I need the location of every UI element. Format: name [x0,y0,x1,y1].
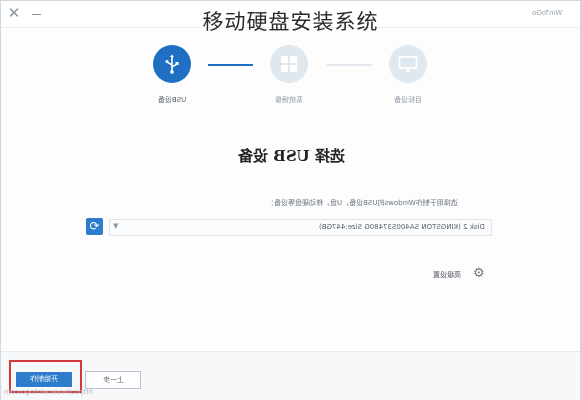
usb-icon [165,54,179,74]
gear-icon: ⚙ [473,266,485,281]
previous-button[interactable]: 上一步 [85,371,141,389]
step-label-target-device: 目标设备 [394,96,422,104]
refresh-icon: ⟳ [89,219,100,233]
refresh-button[interactable]: ⟳ [86,218,103,235]
wintogo-window: ✕ WinToGo USB设备 系统镜像 目标设备 选择 USB 设备 选择用于… [0,0,581,400]
watermark: https://www.wintogo.com [4,388,93,396]
instruction-text: 选择用于制作Windows的USB设备，U盘，移动硬盘等设备： [267,199,458,207]
overlay-title: 移动硬盘安装系统 [202,10,379,34]
windows-icon [281,56,297,72]
step-connector-active [208,64,253,66]
step-connector-inactive [327,64,372,66]
step-label-usb: USB设备 [157,96,187,104]
monitor-icon [398,56,418,72]
step-target-device [389,45,427,83]
page-heading: 选择 USB 设备 [237,147,346,165]
chevron-down-icon: ▼ [113,222,119,230]
advanced-settings-label: 高级设置 [433,271,461,279]
start-button-label: 开始制作 [30,375,58,383]
previous-button-label: 上一步 [102,376,124,384]
step-usb [153,45,191,83]
start-button[interactable]: 开始制作 [16,372,72,387]
disk-select[interactable]: ▼ Disk 2 (KINGSTON SA400S37480G Size:447… [109,219,492,236]
step-label-system-image: 系统镜像 [275,96,303,104]
step-system-image [270,45,308,83]
disk-select-value: Disk 2 (KINGSTON SA400S37480G Size:447GB… [319,223,485,231]
